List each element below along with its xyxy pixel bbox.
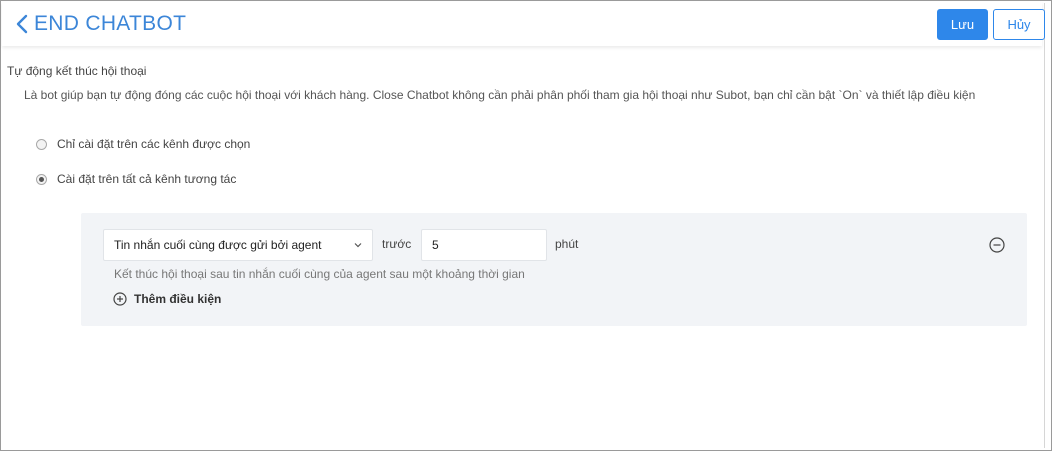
page-header: END CHATBOT Lưu Hủy (2, 2, 1045, 46)
window-frame: END CHATBOT Lưu Hủy Tự động kết thúc hội… (0, 0, 1052, 451)
add-condition-button[interactable]: Thêm điều kiện (113, 292, 221, 306)
radio-button[interactable] (36, 138, 47, 150)
radio-button-checked[interactable] (36, 173, 47, 185)
add-condition-label: Thêm điều kiện (134, 292, 222, 306)
unit-label: phút (555, 237, 579, 251)
condition-panel: Tin nhắn cuối cùng được gửi bởi agent tr… (81, 213, 1027, 326)
back-button[interactable]: END CHATBOT (15, 10, 186, 38)
minus-circle-icon[interactable] (989, 237, 1005, 253)
trigger-select-value: Tin nhắn cuối cùng được gửi bởi agent (114, 238, 322, 252)
radio-label: Chỉ cài đặt trên các kênh được chọn (57, 137, 251, 151)
section-description: Là bot giúp bạn tự động đóng các cuộc hộ… (24, 88, 976, 102)
cancel-button[interactable]: Hủy (993, 9, 1045, 40)
save-button[interactable]: Lưu (937, 9, 988, 40)
chevron-left-icon (16, 14, 28, 34)
trigger-select[interactable]: Tin nhắn cuối cùng được gửi bởi agent (103, 229, 373, 261)
section-title: Tự động kết thúc hội thoại (7, 64, 147, 78)
radio-label: Cài đặt trên tất cả kênh tương tác (57, 172, 237, 186)
radio-selected-channels[interactable]: Chỉ cài đặt trên các kênh được chọn (36, 137, 250, 151)
page-title: END CHATBOT (34, 12, 187, 35)
before-label: trước (382, 237, 412, 251)
chevron-down-icon (354, 243, 362, 248)
duration-input[interactable] (421, 229, 547, 261)
scrollbar[interactable] (1044, 3, 1047, 448)
condition-hint: Kết thúc hội thoại sau tin nhắn cuối cùn… (114, 267, 525, 281)
plus-circle-icon (113, 292, 127, 306)
radio-all-channels[interactable]: Cài đặt trên tất cả kênh tương tác (36, 172, 236, 186)
